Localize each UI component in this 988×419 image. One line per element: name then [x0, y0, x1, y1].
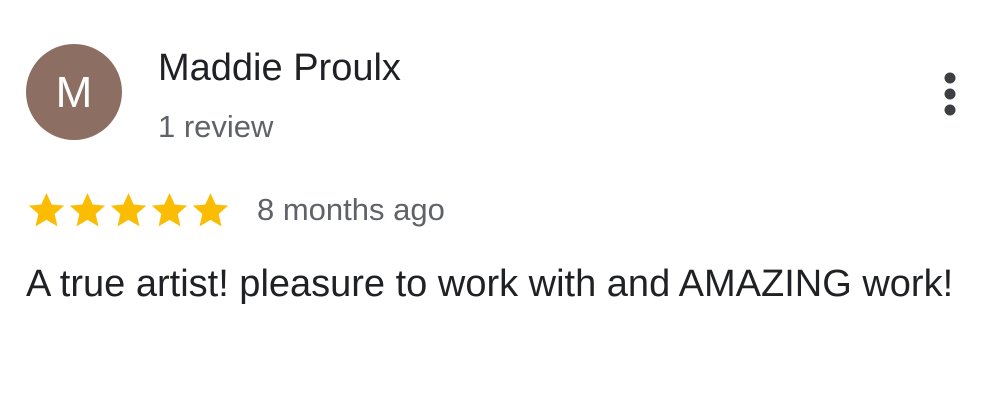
review-text: A true artist! pleasure to work with and…: [26, 263, 954, 305]
avatar-letter: M: [55, 68, 93, 117]
review-card: M Maddie Proulx 1 review 8 months ago A …: [0, 0, 988, 419]
reviewer-name[interactable]: Maddie Proulx: [158, 44, 401, 92]
avatar[interactable]: M: [26, 44, 122, 140]
rating-row: 8 months ago: [26, 188, 445, 232]
star-rating: [26, 190, 231, 230]
review-date: 8 months ago: [257, 192, 445, 227]
more-vert-icon: [944, 72, 956, 116]
star-icon: [110, 193, 147, 227]
more-options-button[interactable]: [926, 66, 974, 122]
star-icon: [192, 193, 229, 227]
star-icon: [28, 193, 65, 227]
star-icon: [69, 193, 106, 227]
review-count: 1 review: [158, 109, 274, 144]
star-icon: [151, 193, 188, 227]
